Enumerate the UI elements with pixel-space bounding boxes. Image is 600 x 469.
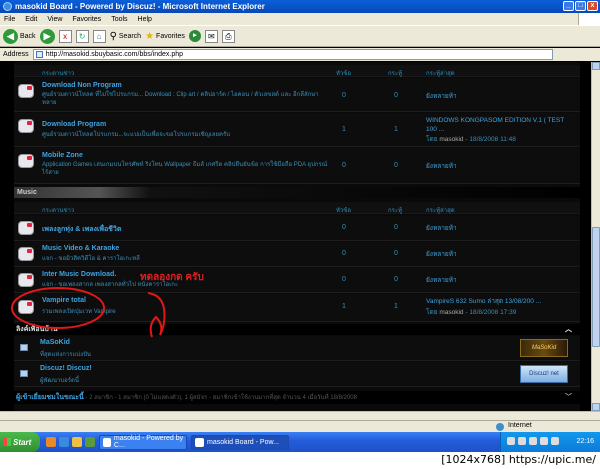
favorites-label: Favorites [156,32,185,40]
globe-icon [496,423,504,431]
print-button[interactable]: ⎙ [221,29,235,43]
address-bar: Address http://masokid.sbuybasic.com/bbs… [0,48,600,61]
horizontal-gap [0,411,600,420]
title-bar: masokid Board - Powered by Discuz! - Mic… [0,0,600,13]
search-icon: ⚲ [109,30,117,42]
media-icon[interactable] [85,437,95,447]
firefox-icon[interactable] [46,437,56,447]
windows-logo-icon [578,13,600,25]
taskbar-item[interactable]: masokid - Powered by C... [99,434,187,450]
mail-button[interactable]: ✉ [204,29,218,43]
scroll-down-arrow[interactable] [592,403,600,411]
back-label: Back [20,32,36,40]
address-url: http://masokid.sbuybasic.com/bbs/index.p… [45,51,184,58]
image-caption: [1024x768] https://upic.me/ [0,452,600,469]
screen: masokid Board - Powered by Discuz! - Mic… [0,0,600,452]
scroll-thumb[interactable] [592,227,600,347]
minimize-button[interactable]: _ [563,1,574,11]
tray-icon[interactable] [540,437,548,445]
menu-file[interactable]: File [4,16,15,23]
tray-icon[interactable] [551,437,559,445]
quick-launch [46,437,95,447]
media-button[interactable]: ▸ [188,30,201,42]
stop-button[interactable]: x [58,29,72,43]
menu-bar: File Edit View Favorites Tools Help [0,13,600,25]
star-icon: ★ [145,30,155,42]
favorites-button[interactable]: ★ Favorites [145,31,185,42]
refresh-button[interactable]: ↻ [75,29,89,43]
close-button[interactable]: x [587,1,598,11]
status-bar: Internet [0,420,600,432]
tray-icon[interactable] [518,437,526,445]
red-circle-mark [11,287,105,329]
tray-icon[interactable] [507,437,515,445]
clock: 22:16 [576,438,594,445]
search-button[interactable]: ⚲ Search [110,31,142,42]
ie-icon [3,2,12,11]
annotation-text: ทดลองกด ครับ [140,272,204,283]
address-label: Address [3,51,29,58]
back-arrow-icon: ◀ [3,28,18,44]
start-button[interactable]: Start [0,432,40,452]
task-label: masokid Board - Pow... [207,438,279,446]
search-label: Search [118,32,142,40]
scroll-up-arrow[interactable] [592,62,600,70]
red-arrow-mark [147,292,166,338]
home-button[interactable]: ⌂ [92,29,106,43]
caption-text: [1024x768] https://upic.me/ [441,453,596,466]
menu-edit[interactable]: Edit [25,16,37,23]
annotation-overlay [11,287,166,338]
forward-button[interactable]: ▶ [39,28,55,44]
back-button[interactable]: ◀ Back [3,28,36,44]
toolbar: ◀ Back ▶ x ↻ ⌂ ⚲ Search ★ Favorites ▸ ✉ … [0,25,600,47]
menu-favorites[interactable]: Favorites [72,16,101,23]
start-label: Start [13,437,32,447]
ie-window-icon [103,437,111,447]
ie-window-icon [195,437,204,447]
menu-tools[interactable]: Tools [111,16,127,23]
menu-view[interactable]: View [47,16,62,23]
page-icon [35,51,43,58]
taskbar-item-active[interactable]: masokid Board - Pow... [191,434,289,450]
taskbar: Start masokid - Powered by C... masokid … [0,432,600,452]
web-page: กระดานข่าว หัวข้อ กระทู้ กระทู้ล่าสุด Do… [0,62,591,411]
security-zone: Internet [508,422,532,429]
address-input[interactable]: http://masokid.sbuybasic.com/bbs/index.p… [32,49,553,60]
window-title: masokid Board - Powered by Discuz! - Mic… [15,2,265,11]
menu-help[interactable]: Help [138,16,152,23]
tray-icon[interactable] [529,437,537,445]
windows-flag-icon [3,438,11,446]
task-label: masokid - Powered by C... [113,435,184,449]
vertical-scrollbar[interactable] [591,62,600,411]
maximize-button[interactable]: □ [575,1,586,11]
ie-icon[interactable] [59,437,69,447]
system-tray: 22:16 [500,432,600,452]
folder-icon[interactable] [72,437,82,447]
